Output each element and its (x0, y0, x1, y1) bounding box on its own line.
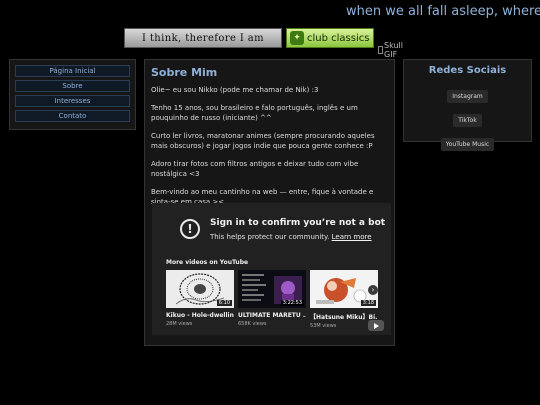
think-badge: I think, therefore I am (124, 28, 282, 48)
skull-gif-alt: Skull GIF (384, 41, 403, 59)
youtube-embed[interactable]: ! Sign in to confirm you’re not a bot Th… (152, 203, 391, 335)
skull-gif: Skull GIF (378, 41, 405, 59)
video-thumbnail[interactable]: 6:10 (166, 270, 234, 308)
about-paragraph: Tenho 15 anos, sou brasileiro e falo por… (151, 104, 358, 122)
warning-icon: ! (180, 219, 200, 239)
more-videos-heading: More videos on YouTube (166, 259, 249, 266)
nav-item-home[interactable]: Página Inicial (15, 65, 130, 77)
social-panel: Redes Sociais Instagram TikTok YouTube M… (403, 59, 532, 151)
about-title: Sobre Mim (151, 66, 218, 79)
video-title[interactable]: Kikuo - Hole-dwelling (166, 312, 234, 319)
about-paragraph: Adoro tirar fotos com filtros antigos e … (151, 160, 359, 178)
broken-image-icon (378, 46, 384, 54)
chevron-right-icon[interactable]: › (368, 285, 378, 295)
social-link-tiktok[interactable]: TikTok (453, 114, 482, 127)
video-duration: 3:22:53 (280, 300, 304, 306)
brat-icon: ✦ (290, 31, 304, 45)
marquee-text: when we all fall asleep, where do we go? (346, 4, 540, 19)
video-thumbnail[interactable]: 3:22:53 (238, 270, 306, 308)
about-paragraph: Olie~ eu sou Nikko (pode me chamar de Ni… (151, 86, 319, 94)
video-duration: 3:18 (360, 300, 376, 306)
learn-more-link[interactable]: Learn more (332, 233, 372, 241)
social-title: Redes Sociais (428, 65, 507, 76)
nav-item-contact[interactable]: Contato (15, 110, 130, 122)
video-title[interactable]: ULTIMATE MARETU ... (238, 312, 306, 319)
nav-item-interests[interactable]: Interesses (15, 95, 130, 107)
yt-signin-title: Sign in to confirm you’re not a bot (210, 218, 386, 228)
social-link-youtube-music[interactable]: YouTube Music (440, 138, 495, 151)
youtube-logo-icon[interactable] (368, 320, 384, 331)
yt-signin-subtitle: This helps protect our community. Learn … (210, 233, 372, 241)
yt-subtitle-text: This helps protect our community. (210, 233, 330, 241)
video-views: 658K views (238, 321, 267, 327)
video-views: 28M views (166, 321, 193, 327)
about-panel: Sobre Mim Olie~ eu sou Nikko (pode me ch… (144, 59, 395, 346)
video-card[interactable]: 6:10 Kikuo - Hole-dwelling 28M views (166, 270, 234, 327)
club-classics-label: club classics (307, 32, 370, 44)
video-card[interactable]: 3:22:53 ULTIMATE MARETU ... 658K views (238, 270, 306, 327)
nav-panel: Página Inicial Sobre Interesses Contato (9, 59, 136, 130)
video-title[interactable]: 【Hatsune Miku】Bi... (310, 312, 378, 321)
think-badge-label: I think, therefore I am (141, 32, 265, 44)
about-paragraph: Curto ler livros, maratonar animes (semp… (151, 132, 375, 150)
club-classics-badge: ✦ club classics (286, 28, 374, 48)
video-duration: 6:10 (216, 300, 232, 306)
nav-item-about[interactable]: Sobre (15, 80, 130, 92)
social-link-instagram[interactable]: Instagram (447, 90, 488, 103)
